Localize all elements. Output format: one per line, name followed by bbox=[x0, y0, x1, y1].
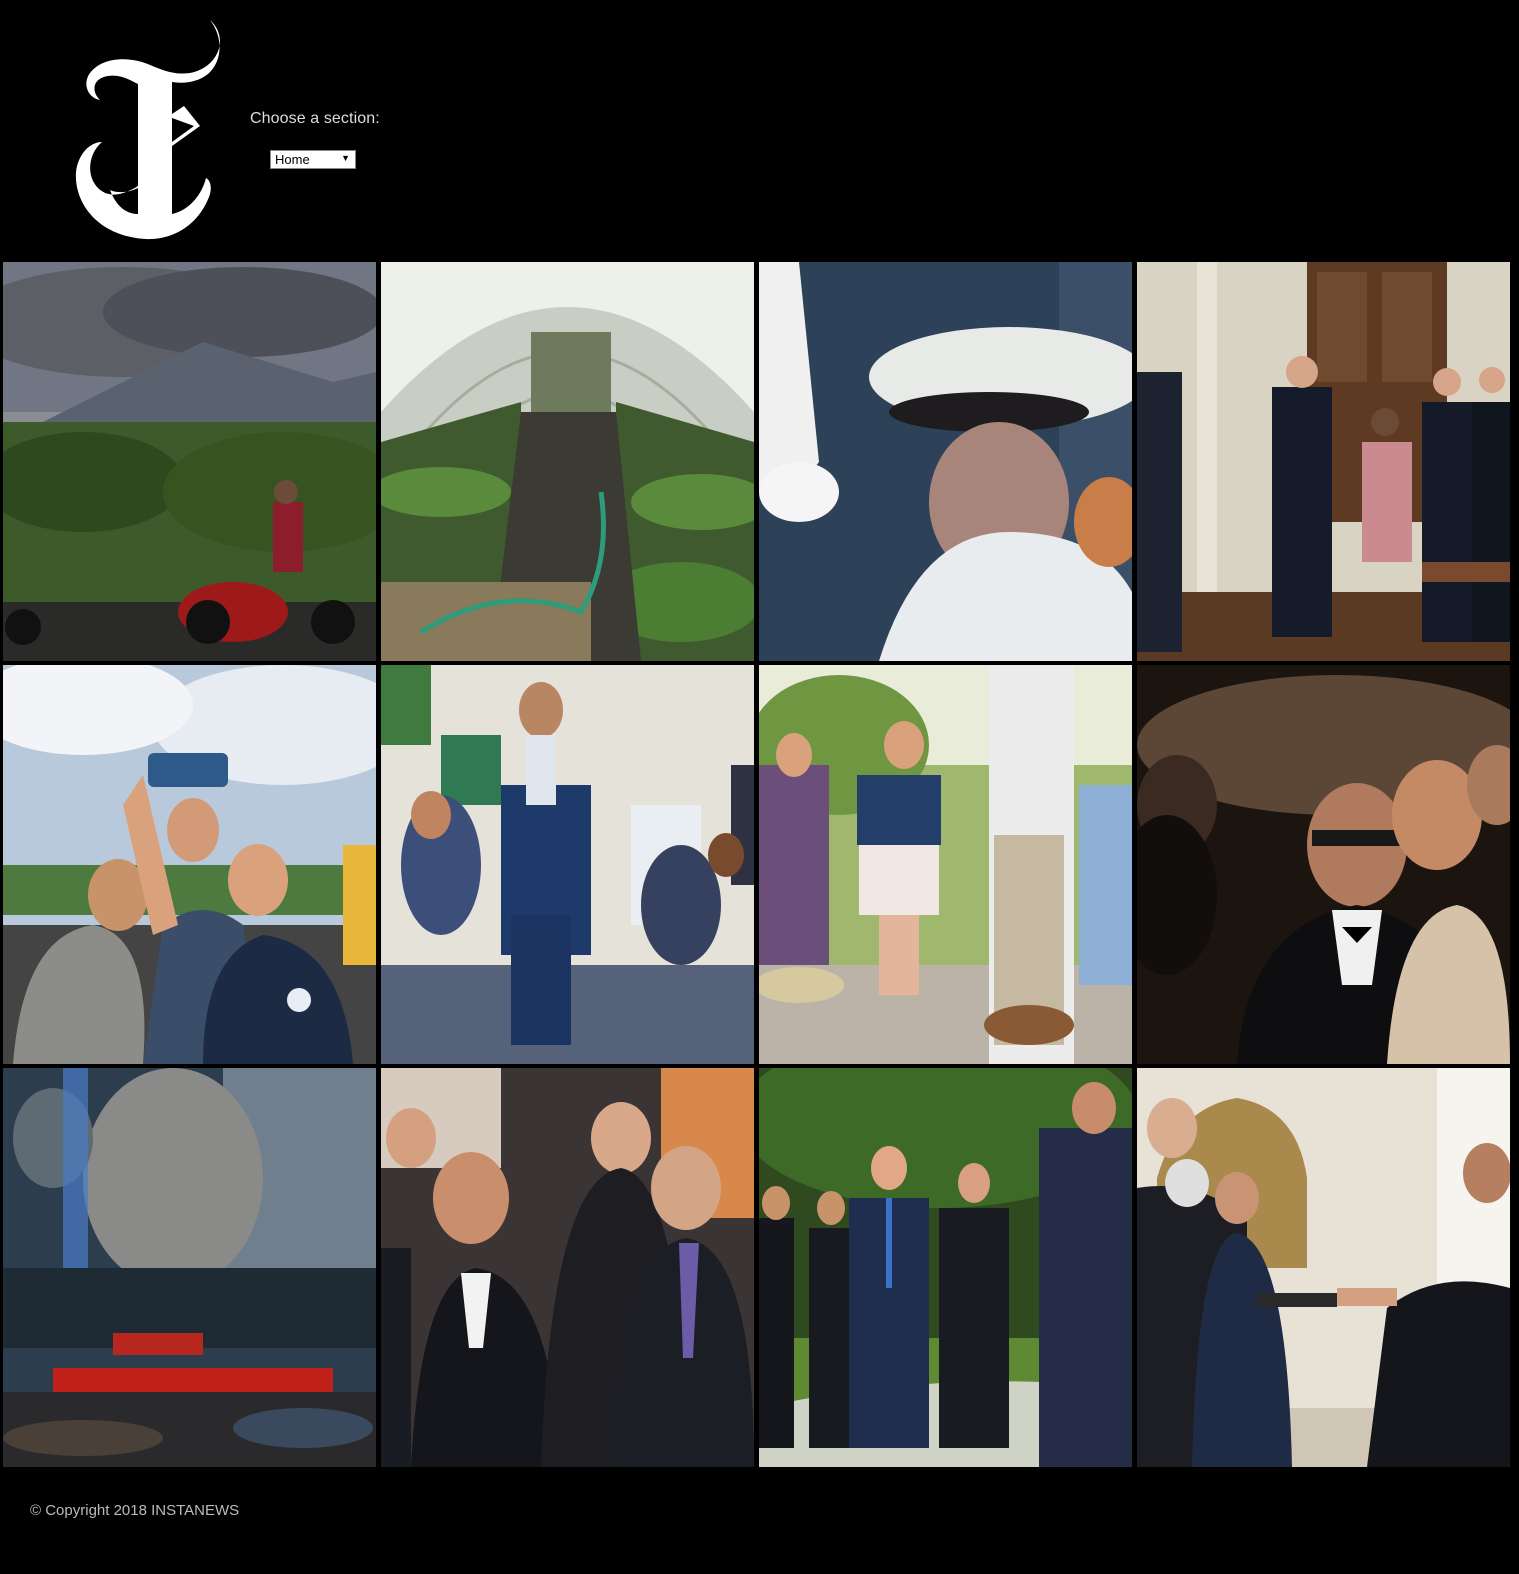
article-tile-summit-walk[interactable] bbox=[759, 1068, 1132, 1467]
article-tile-naval-officer[interactable] bbox=[759, 262, 1132, 661]
article-tile-greenhouse[interactable] bbox=[381, 262, 754, 661]
dropdown-arrow-icon: ▼ bbox=[341, 153, 350, 163]
section-picker: Choose a section: Home ▼ bbox=[250, 110, 380, 169]
article-tile-city-reflection[interactable] bbox=[3, 1068, 376, 1467]
article-tile-garden-party[interactable] bbox=[759, 665, 1132, 1064]
section-select[interactable]: Home ▼ bbox=[270, 150, 356, 169]
site-header: Choose a section: Home ▼ bbox=[0, 0, 1519, 258]
article-tile-classroom[interactable] bbox=[381, 665, 754, 1064]
section-label: Choose a section: bbox=[250, 110, 380, 127]
article-tile-black-tie[interactable] bbox=[1137, 665, 1510, 1064]
section-select-value: Home bbox=[275, 152, 310, 167]
footer-copyright: © Copyright 2018 INSTANEWS bbox=[30, 1502, 240, 1519]
article-tile-volcano[interactable] bbox=[3, 262, 376, 661]
article-tile-selfie[interactable] bbox=[3, 665, 376, 1064]
article-tile-security-room[interactable] bbox=[1137, 262, 1510, 661]
article-tile-delegation[interactable] bbox=[381, 1068, 754, 1467]
article-tile-credentials[interactable] bbox=[1137, 1068, 1510, 1467]
nyt-t-logo[interactable] bbox=[60, 18, 222, 242]
